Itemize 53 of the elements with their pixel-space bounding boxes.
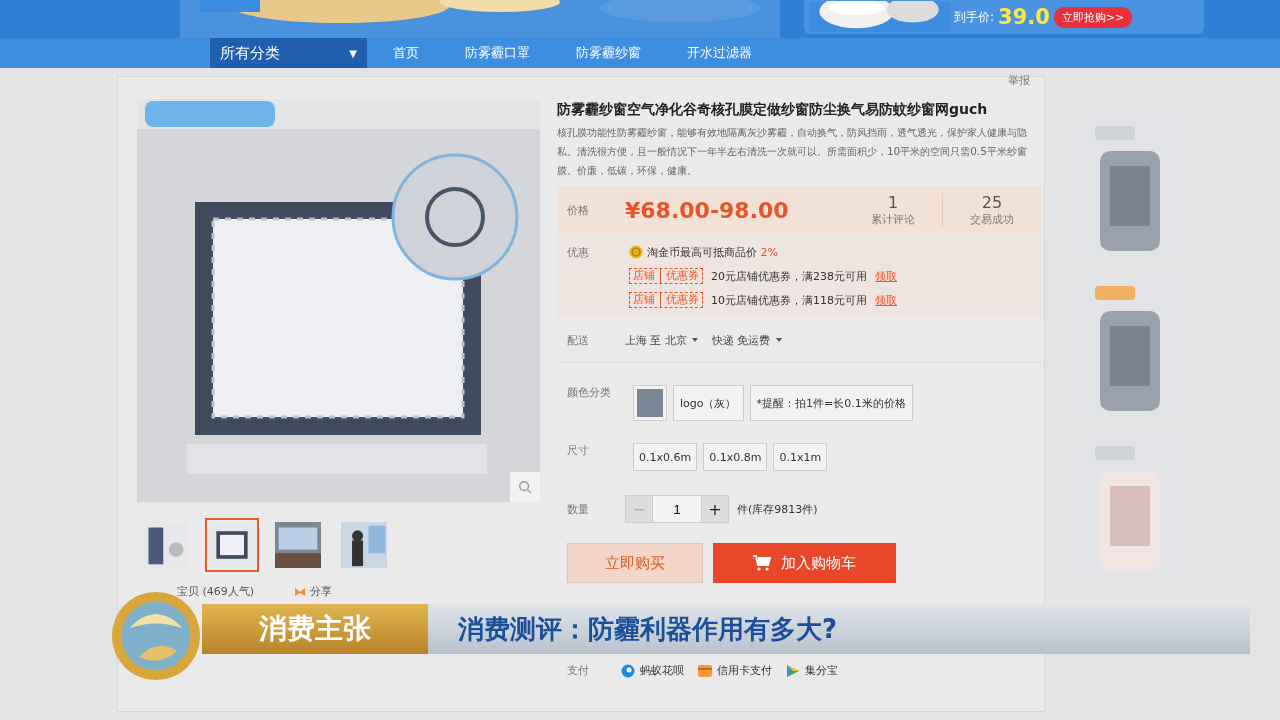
price-label: 到手价: — [954, 8, 995, 26]
card-icon — [698, 664, 712, 677]
quantity-field[interactable]: 1 — [653, 495, 701, 523]
category-dropdown[interactable]: 所有分类 ▼ — [210, 38, 367, 68]
nav-link[interactable]: 防雾霾口罩 — [449, 44, 560, 62]
size-option[interactable]: 0.1x0.6m — [633, 443, 698, 471]
stat-label: 累计评论 — [871, 212, 915, 227]
stat-value: 25 — [981, 193, 1003, 212]
field-label: 价格 — [567, 202, 590, 218]
stock-count: 件(库存9813件) — [737, 501, 818, 517]
field-label: 配送 — [567, 332, 590, 348]
field-label: 优惠 — [567, 244, 590, 260]
nav-link[interactable]: 开水过滤器 — [671, 44, 782, 62]
coin-offer: 淘金币最高可抵商品价 2% — [647, 244, 778, 260]
promo-price: 39.0 — [998, 5, 1050, 29]
stat-label: 交易成功 — [970, 212, 1014, 227]
color-option[interactable]: logo（灰） — [673, 385, 744, 421]
coupon-text: 20元店铺优惠券，满238元可用 — [711, 268, 867, 284]
price-range: ¥68.00-98.00 — [625, 197, 789, 223]
color-option[interactable]: *提醒：拍1件=长0.1米的价格 — [749, 385, 913, 421]
stat-value: 1 — [887, 193, 899, 212]
field-label: 颜色分类 — [567, 385, 612, 400]
cart-icon — [753, 555, 771, 571]
coupon-tag: 店铺 优惠券 — [629, 268, 703, 284]
field-label: 尺寸 — [567, 443, 590, 458]
nav-link[interactable]: 防雾霾纱窗 — [560, 44, 671, 62]
share-link[interactable]: 分享 — [294, 584, 333, 599]
nav-link[interactable]: 首页 — [377, 44, 449, 62]
add-to-cart-button[interactable]: 加入购物车 — [713, 543, 896, 583]
favorite-count[interactable]: 宝贝 (469人气) — [177, 584, 255, 599]
size-option[interactable]: 0.1x1m — [773, 443, 828, 471]
payment-method: 蚂蚁花呗 — [621, 663, 684, 678]
size-option[interactable]: 0.1x0.8m — [703, 443, 768, 471]
field-label: 数量 — [567, 501, 590, 517]
coin-icon — [629, 245, 643, 259]
headline: 消费测评：防霾利器作用有多大? — [428, 604, 1250, 654]
destination-dropdown[interactable]: 上海 至 北京 — [625, 332, 698, 348]
buy-now-button[interactable]: 立即抢购>> — [1053, 6, 1133, 28]
color-swatch[interactable] — [633, 385, 667, 421]
product-title: 防雾霾纱窗空气净化谷奇核孔膜定做纱窗防尘换气易防蚊纱窗网guch — [557, 100, 989, 119]
search-icon — [518, 480, 532, 494]
coupon-tag: 店铺 优惠券 — [629, 292, 703, 308]
payment-method: 信用卡支付 — [698, 663, 772, 678]
report-link[interactable]: 举报 — [1008, 73, 1030, 88]
thumbnail[interactable] — [205, 518, 259, 572]
product-description: 核孔膜功能性防雾霾纱窗，能够有效地隔离灰沙雾霾，自动换气，防风挡雨，透气透光，保护家人健康与隐私。清洗很方便，且一般情况下一年半左右清洗一次就可以。所需面积少，10平米的空间只需0.5平米纱窗膜。价廉，低碳，环保，健康。 — [557, 125, 1028, 178]
shipping-dropdown[interactable]: 快递 免运费 — [712, 332, 782, 348]
field-label: 支付 — [567, 663, 590, 678]
play-icon — [786, 663, 800, 678]
show-title: 消费主张 — [202, 604, 428, 654]
payment-method: 集分宝 — [786, 663, 838, 678]
increment-button[interactable]: + — [701, 495, 729, 523]
coupon-text: 10元店铺优惠券，满118元可用 — [711, 292, 867, 308]
